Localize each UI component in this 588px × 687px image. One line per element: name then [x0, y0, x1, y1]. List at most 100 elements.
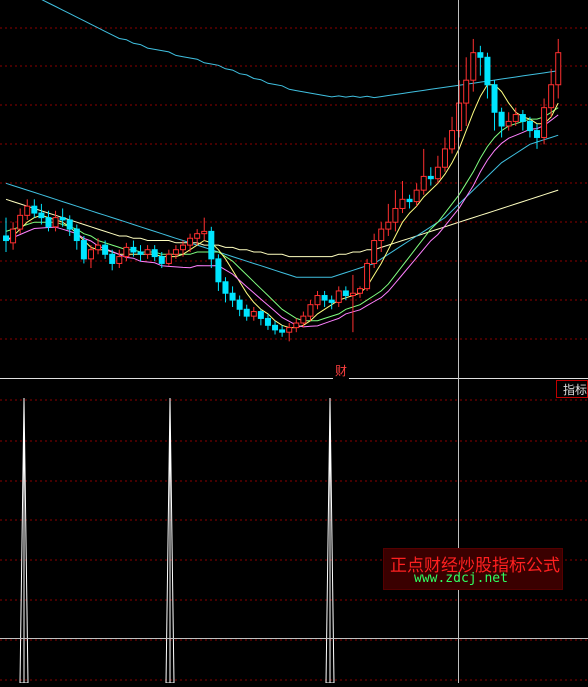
candle-body-down — [328, 299, 335, 303]
candle — [548, 68, 555, 117]
candle — [555, 38, 562, 99]
candle — [371, 233, 378, 269]
candle-body-down — [477, 52, 484, 58]
candle-body-up — [470, 52, 477, 81]
candle — [441, 137, 448, 172]
candle-body-up — [399, 198, 406, 209]
candle-body-down — [59, 217, 66, 221]
candle-body-down — [491, 84, 498, 113]
candle — [201, 217, 208, 241]
candle-body-down — [102, 244, 109, 255]
candle-body-down — [243, 308, 250, 317]
candle-body-down — [73, 228, 80, 242]
candle — [236, 295, 243, 317]
candle — [357, 286, 363, 298]
candle — [116, 249, 123, 269]
candle-body-up — [165, 253, 172, 264]
candle — [385, 203, 392, 236]
candle-body-up — [463, 79, 470, 104]
candle-body-down — [321, 295, 328, 301]
candle-body-down — [257, 311, 264, 319]
candle-body-down — [342, 290, 349, 297]
candle-body-up — [456, 102, 463, 132]
candle-body-up — [300, 315, 307, 324]
candle — [24, 199, 31, 220]
candle-body-up — [555, 52, 562, 86]
candle-body-up — [512, 114, 519, 122]
candle — [307, 300, 314, 321]
ma-longer-line — [5, 189, 559, 258]
candle-layer — [3, 38, 562, 342]
ma-top-line — [41, 0, 559, 99]
candle — [491, 80, 498, 131]
candle-body-down — [272, 324, 279, 331]
candle-body-up — [187, 237, 194, 246]
candle — [406, 194, 413, 209]
ma-mid-line — [5, 107, 559, 322]
candle — [38, 203, 45, 225]
candle — [208, 226, 215, 269]
ma-short-line — [5, 84, 559, 329]
candle — [215, 254, 222, 291]
candle-body-up — [250, 311, 257, 317]
candle — [243, 304, 250, 321]
candle-body-down — [406, 198, 413, 203]
candle — [3, 217, 9, 252]
candle-body-down — [45, 217, 52, 228]
indicator-tab[interactable]: 指标 — [556, 380, 588, 398]
candle — [364, 258, 371, 291]
candle — [87, 245, 94, 269]
candle-body-up — [172, 249, 179, 255]
candle-body-down — [236, 299, 243, 310]
candle — [165, 249, 172, 266]
candle-body-up — [52, 217, 59, 228]
candle — [151, 245, 158, 262]
candle — [137, 245, 144, 262]
candle — [314, 290, 321, 310]
candle-body-up — [371, 240, 378, 264]
candle — [17, 208, 24, 234]
candle-body-down — [66, 219, 73, 230]
candle — [484, 52, 491, 99]
candle-body-down — [534, 130, 540, 138]
candle — [328, 295, 335, 310]
candle-body-up — [449, 130, 456, 150]
candle — [66, 215, 73, 236]
candle-body-up — [434, 166, 441, 180]
candle-body-down — [208, 230, 215, 260]
candle — [349, 274, 356, 333]
candle — [321, 290, 328, 307]
candle-body-up — [201, 230, 208, 235]
candle-body-down — [158, 256, 165, 264]
candle — [427, 167, 434, 186]
price-panel-label: 财 — [333, 362, 350, 379]
candle — [477, 45, 484, 76]
candle — [279, 325, 286, 337]
candle-body-down — [109, 253, 116, 264]
candle — [257, 309, 264, 326]
candle-body-up — [180, 244, 186, 251]
watermark-box: 正点财经炒股指标公式 www.zdcj.net — [383, 548, 563, 590]
candle-body-down — [151, 249, 158, 258]
watermark-url: www.zdcj.net — [414, 571, 508, 586]
candle-body-down — [130, 246, 137, 253]
candle-body-up — [378, 228, 385, 242]
candle-body-up — [123, 246, 130, 258]
candle — [420, 148, 427, 195]
candle-body-up — [548, 84, 555, 109]
candle-body-up — [441, 148, 448, 168]
candle-body-up — [364, 262, 371, 290]
candle-body-up — [505, 120, 512, 127]
candle-body-down — [229, 292, 236, 301]
candle — [519, 109, 526, 131]
ma-layer — [5, 0, 559, 329]
candle — [463, 57, 470, 126]
candle-body-up — [17, 214, 24, 230]
candle-body-down — [38, 212, 45, 219]
candle — [31, 199, 38, 218]
candle — [505, 112, 512, 131]
candle — [399, 180, 406, 214]
candle — [123, 242, 130, 262]
candle-body-up — [24, 205, 31, 216]
candle — [52, 210, 59, 232]
